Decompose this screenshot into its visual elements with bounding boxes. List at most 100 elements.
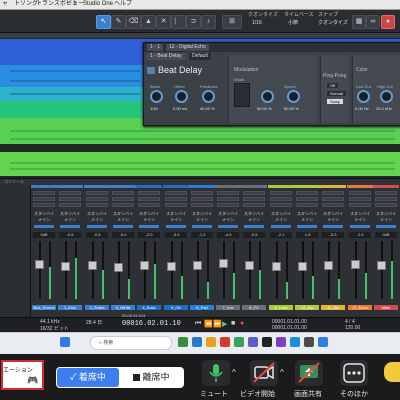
forward-icon[interactable]: ⏩ xyxy=(213,320,222,328)
insert-slot[interactable] xyxy=(375,203,397,207)
eraser-tool-icon[interactable]: ⌫ xyxy=(126,15,141,29)
send-label[interactable]: スタンバイ xyxy=(190,211,214,216)
send-label[interactable]: スタンバイ xyxy=(216,211,240,216)
channel-strip[interactable]: スタンバイ メイン -3.0 5_Gtr xyxy=(163,185,191,317)
return-zero-icon[interactable]: ⏮ xyxy=(195,320,201,328)
channel-name[interactable]: 10_Arp xyxy=(295,305,319,310)
volume-fader[interactable] xyxy=(35,259,44,269)
channel-name[interactable]: 3_HiHat xyxy=(111,305,135,310)
volume-fader[interactable] xyxy=(272,261,281,271)
insert-slot[interactable] xyxy=(165,203,187,207)
insert-slot[interactable] xyxy=(138,203,160,207)
pan-slider[interactable] xyxy=(244,225,264,228)
volume-fader[interactable] xyxy=(61,261,70,271)
insert-slot[interactable] xyxy=(138,191,160,195)
insert-slot[interactable] xyxy=(59,197,81,201)
insert-slot[interactable] xyxy=(296,203,318,207)
output-label[interactable]: メイン xyxy=(269,217,293,222)
insert-slot[interactable] xyxy=(375,197,397,201)
insert-slot[interactable] xyxy=(112,191,134,195)
send-label[interactable]: スタンバイ xyxy=(111,211,135,216)
feedback-knob[interactable] xyxy=(202,90,215,103)
plugin-tab-2[interactable]: 12 - Digital Echo xyxy=(166,44,209,51)
taskbar-app-icon-3[interactable] xyxy=(220,337,230,347)
taskbar-app-icon-4[interactable] xyxy=(234,337,244,347)
insert-slot[interactable] xyxy=(59,203,81,207)
quantize-value[interactable]: 1/16 xyxy=(252,20,262,26)
pan-slider[interactable] xyxy=(297,225,317,228)
send-label[interactable]: スタンバイ xyxy=(58,211,82,216)
pan-slider[interactable] xyxy=(166,225,186,228)
insert-slot[interactable] xyxy=(33,203,55,207)
insert-slot[interactable] xyxy=(296,191,318,195)
output-label[interactable]: メイン xyxy=(164,217,188,222)
volume-fader[interactable] xyxy=(245,260,254,270)
insert-slot[interactable] xyxy=(191,191,213,195)
plugin-power-icon[interactable] xyxy=(147,67,155,74)
insert-slot[interactable] xyxy=(243,197,265,201)
volume-fader[interactable] xyxy=(140,260,149,270)
insert-slot[interactable] xyxy=(349,197,371,201)
send-label[interactable]: スタンバイ xyxy=(295,211,319,216)
reaction-emoji-icon[interactable] xyxy=(384,362,400,382)
channel-name[interactable]: Main xyxy=(374,305,398,310)
pan-slider[interactable] xyxy=(323,225,343,228)
mod-width-knob[interactable] xyxy=(261,90,274,103)
mute-tool-icon[interactable]: ✕ xyxy=(156,15,171,29)
pan-slider[interactable] xyxy=(192,225,212,228)
output-label[interactable]: メイン xyxy=(137,217,161,222)
output-label[interactable]: メイン xyxy=(242,217,266,222)
timebase-value[interactable]: 小節 xyxy=(288,20,298,26)
menu-item-help[interactable]: ヘルプ xyxy=(114,0,132,9)
volume-fader[interactable] xyxy=(88,260,97,270)
send-label[interactable]: スタンバイ xyxy=(164,211,188,216)
channel-strip[interactable]: スタンバイ メイン -4.5 7_Vox xyxy=(215,185,243,317)
taskbar-app-icon-7[interactable] xyxy=(276,337,286,347)
output-label[interactable]: メイン xyxy=(58,217,82,222)
channel-name[interactable]: 8_FX xyxy=(242,305,266,310)
share-screen-button[interactable] xyxy=(295,360,323,386)
insert-slot[interactable] xyxy=(243,203,265,207)
record-button-icon[interactable]: ● xyxy=(240,320,244,327)
menu-item-view[interactable]: ビュー xyxy=(66,0,84,9)
attend-off-button[interactable]: 離席中 xyxy=(120,368,183,387)
volume-fader[interactable] xyxy=(219,259,228,269)
insert-slot[interactable] xyxy=(165,191,187,195)
volume-readout[interactable]: -3.0 xyxy=(165,232,187,238)
send-label[interactable]: スタンバイ xyxy=(85,211,109,216)
snap-toggle-icon[interactable]: ⊞ xyxy=(222,15,242,29)
pan-slider[interactable] xyxy=(113,225,133,228)
insert-slot[interactable] xyxy=(33,197,55,201)
taskbar-app-icon-9[interactable] xyxy=(318,337,328,347)
insert-slot[interactable] xyxy=(138,197,160,201)
volume-readout[interactable]: -0.5 xyxy=(86,232,108,238)
channel-strip[interactable]: スタンバイ メイン -2.0 4_Bass xyxy=(136,185,164,317)
volume-readout[interactable]: -1.8 xyxy=(296,232,318,238)
send-label[interactable]: スタンバイ xyxy=(242,211,266,216)
taskbar-app-icon-6[interactable] xyxy=(262,337,272,347)
record-icon[interactable]: ● xyxy=(381,15,395,29)
taskbar-zoom-icon[interactable] xyxy=(290,337,300,347)
pan-slider[interactable] xyxy=(139,225,159,228)
channel-name[interactable]: 11_Str xyxy=(321,305,345,310)
channel-name[interactable]: 9_Lead xyxy=(269,305,293,310)
position-counter[interactable]: 00016.02.01.10 xyxy=(122,320,181,328)
volume-readout[interactable]: -1.2 xyxy=(191,232,213,238)
channel-strip[interactable]: スタンバイ メイン -3.3 11_Str xyxy=(320,185,348,317)
tempo[interactable]: 120.00 xyxy=(345,325,360,331)
output-label[interactable]: メイン xyxy=(348,217,372,222)
insert-slot[interactable] xyxy=(191,197,213,201)
pan-slider[interactable] xyxy=(271,225,291,228)
output-label[interactable]: メイン xyxy=(85,217,109,222)
volume-fader[interactable] xyxy=(114,262,123,272)
send-label[interactable]: スタンバイ xyxy=(348,211,372,216)
volume-fader[interactable] xyxy=(324,260,333,270)
play-icon[interactable]: ▶ xyxy=(222,320,227,328)
channel-strip[interactable]: スタンバイ メイン -0.6 1_Kick xyxy=(57,185,85,317)
pan-slider[interactable] xyxy=(87,225,107,228)
insert-slot[interactable] xyxy=(59,191,81,195)
video-options-chevron-icon[interactable]: ^ xyxy=(280,368,284,377)
channel-name[interactable]: 1_Kick xyxy=(58,305,82,310)
channel-strip[interactable]: スタンバイ メイン -2.1 9_Lead xyxy=(268,185,296,317)
low-cut-knob[interactable] xyxy=(357,90,370,103)
